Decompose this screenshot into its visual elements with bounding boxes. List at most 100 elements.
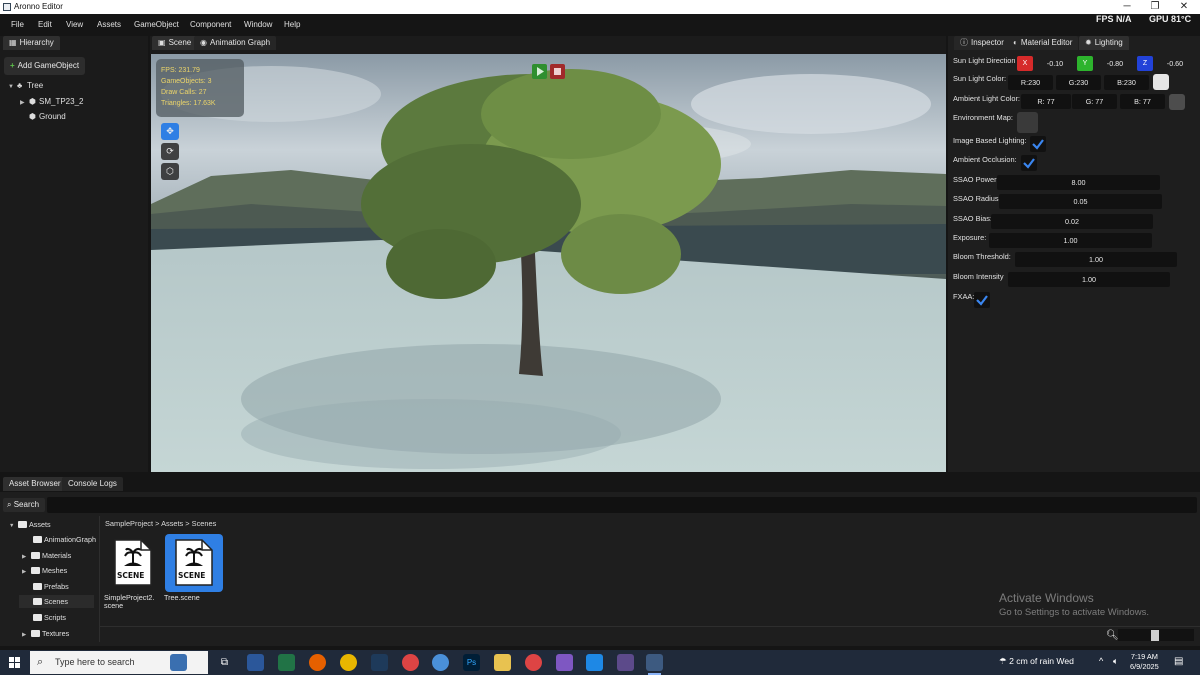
menu-component[interactable]: Component bbox=[190, 20, 231, 29]
tree-node-ground[interactable]: ⬢ Ground bbox=[29, 112, 66, 121]
task-view-icon[interactable]: ⧉ bbox=[216, 654, 233, 671]
folder-meshes[interactable]: ▶ Meshes bbox=[22, 564, 67, 577]
menu-edit[interactable]: Edit bbox=[38, 20, 52, 29]
search-button[interactable]: ⌕ Search bbox=[3, 498, 45, 512]
photoshop-icon[interactable]: Ps bbox=[463, 654, 480, 671]
maximize-button[interactable]: ❐ bbox=[1141, 0, 1169, 14]
ssao-power-field[interactable]: 8.00 bbox=[997, 175, 1160, 190]
ambient-color-r-field[interactable]: R: 77 bbox=[1021, 94, 1071, 109]
chrome-alt-icon[interactable] bbox=[525, 654, 542, 671]
stats-overlay: FPS: 231.79 GameObjects: 3 Draw Calls: 2… bbox=[156, 59, 244, 117]
visual-studio-icon[interactable] bbox=[556, 654, 573, 671]
menu-assets[interactable]: Assets bbox=[97, 20, 121, 29]
fxaa-checkbox[interactable] bbox=[974, 292, 990, 308]
chevron-right-icon[interactable]: ▶ bbox=[22, 566, 31, 579]
vscode-icon[interactable] bbox=[586, 654, 603, 671]
stop-button[interactable] bbox=[550, 64, 565, 79]
tab-scene[interactable]: ▣ Scene bbox=[152, 36, 198, 50]
folder-assets[interactable]: ▼ Assets bbox=[9, 518, 51, 531]
scale-tool-button[interactable]: ⬡ bbox=[161, 163, 179, 180]
tab-animation-graph[interactable]: ◉ Animation Graph bbox=[194, 36, 277, 50]
aronno-editor-icon[interactable] bbox=[646, 654, 663, 675]
taskbar-clock[interactable]: 7:19 AM 6/9/2025 bbox=[1130, 652, 1159, 672]
menu-view[interactable]: View bbox=[66, 20, 83, 29]
app-icon[interactable] bbox=[617, 654, 634, 671]
tree-node-sm-tp23-2[interactable]: ▶ ⬢ SM_TP23_2 bbox=[20, 97, 83, 106]
scene-viewport[interactable]: FPS: 231.79 GameObjects: 3 Draw Calls: 2… bbox=[151, 54, 946, 472]
ao-checkbox[interactable] bbox=[1021, 155, 1037, 171]
ssao-radius-field[interactable]: 0.05 bbox=[999, 194, 1162, 209]
menu-help[interactable]: Help bbox=[284, 20, 300, 29]
ambient-color-swatch[interactable] bbox=[1169, 94, 1185, 110]
menu-gameobject[interactable]: GameObject bbox=[134, 20, 179, 29]
ambient-color-g-field[interactable]: G: 77 bbox=[1072, 94, 1117, 109]
chrome-icon[interactable] bbox=[340, 654, 357, 671]
sun-color-g-field[interactable]: G:230 bbox=[1056, 75, 1101, 90]
chevron-right-icon[interactable]: ▶ bbox=[22, 551, 31, 564]
folder-scenes[interactable]: Scenes bbox=[19, 595, 94, 608]
tab-material-editor[interactable]: ◐ Material Editor bbox=[1007, 36, 1079, 50]
chevron-down-icon[interactable]: ▼ bbox=[8, 84, 17, 90]
hierarchy-icon: ▦ bbox=[9, 38, 17, 47]
move-tool-button[interactable]: ✥ bbox=[161, 123, 179, 140]
tab-inspector[interactable]: ⓘ Inspector bbox=[954, 36, 1010, 50]
bloom-threshold-field[interactable]: 1.00 bbox=[1015, 252, 1177, 267]
tab-lighting[interactable]: ✹ Lighting bbox=[1079, 36, 1129, 50]
folder-animationgraph[interactable]: AnimationGraph bbox=[33, 533, 96, 546]
app-icon[interactable] bbox=[432, 654, 449, 671]
sun-direction-y-field[interactable]: -0.80 bbox=[1094, 56, 1136, 71]
start-button[interactable] bbox=[9, 657, 21, 669]
zoom-slider-thumb[interactable] bbox=[1151, 630, 1159, 641]
chevron-up-icon[interactable]: ^ bbox=[1099, 656, 1103, 666]
ssao-bias-field[interactable]: 0.02 bbox=[991, 214, 1153, 229]
folder-scripts[interactable]: Scripts bbox=[33, 611, 66, 624]
environment-map-slot[interactable] bbox=[1017, 112, 1038, 133]
ibl-checkbox[interactable] bbox=[1030, 136, 1046, 152]
exposure-field[interactable]: 1.00 bbox=[989, 233, 1152, 248]
file-simpleproject2-scene[interactable]: SCENE bbox=[104, 534, 162, 592]
sun-direction-x-field[interactable]: -0.10 bbox=[1034, 56, 1076, 71]
move-icon: ✥ bbox=[166, 126, 174, 136]
menu-file[interactable]: File bbox=[11, 20, 24, 29]
installer-icon[interactable] bbox=[371, 654, 388, 671]
weather-widget[interactable]: ☂ 2 cm of rain Wed bbox=[999, 656, 1074, 667]
sun-color-swatch[interactable] bbox=[1153, 74, 1169, 90]
stat-gameobjects: GameObjects: 3 bbox=[161, 78, 212, 85]
chevron-right-icon[interactable]: ▶ bbox=[22, 629, 31, 642]
file-explorer-icon[interactable] bbox=[494, 654, 511, 671]
sun-color-b-field[interactable]: B:230 bbox=[1104, 75, 1149, 90]
checkmark-icon bbox=[976, 295, 988, 306]
tree-node-tree[interactable]: ▼ ♣ Tree bbox=[8, 81, 43, 90]
tab-console-logs[interactable]: Console Logs bbox=[62, 477, 123, 491]
fxaa-label: FXAA: bbox=[953, 292, 975, 301]
tab-asset-browser[interactable]: Asset Browser bbox=[3, 477, 67, 491]
volume-icon[interactable]: 🔈︎ bbox=[1113, 656, 1118, 667]
notification-icon[interactable]: ▤ bbox=[1174, 656, 1183, 667]
close-button[interactable]: ✕ bbox=[1170, 0, 1198, 14]
firefox-icon[interactable] bbox=[309, 654, 326, 671]
sun-direction-z-field[interactable]: -0.60 bbox=[1154, 56, 1196, 71]
minimize-button[interactable]: ─ bbox=[1113, 0, 1141, 14]
tab-hierarchy[interactable]: ▦ Hierarchy bbox=[3, 36, 60, 50]
sun-color-r-field[interactable]: R:230 bbox=[1008, 75, 1053, 90]
chrome-profile-icon[interactable] bbox=[402, 654, 419, 671]
search-highlight-icon[interactable] bbox=[170, 654, 187, 671]
search-input[interactable] bbox=[47, 497, 1197, 513]
chevron-right-icon[interactable]: ▶ bbox=[20, 99, 29, 106]
bloom-intensity-field[interactable]: 1.00 bbox=[1008, 272, 1170, 287]
word-icon[interactable] bbox=[247, 654, 264, 671]
folder-materials[interactable]: ▶ Materials bbox=[22, 549, 71, 562]
menu-window[interactable]: Window bbox=[244, 20, 272, 29]
rotate-tool-button[interactable]: ⟳ bbox=[161, 143, 179, 160]
ambient-color-b-field[interactable]: B: 77 bbox=[1120, 94, 1165, 109]
folder-label: Prefabs bbox=[44, 582, 69, 591]
file-tree-scene[interactable]: SCENE bbox=[165, 534, 223, 592]
folder-textures[interactable]: ▶ Textures bbox=[22, 627, 69, 640]
folder-prefabs[interactable]: Prefabs bbox=[33, 580, 69, 593]
tab-animation-graph-label: Animation Graph bbox=[209, 38, 271, 47]
chevron-down-icon[interactable]: ▼ bbox=[9, 520, 18, 533]
folder-tree: ▼ Assets AnimationGraph ▶ Materials ▶ Meshe… bbox=[0, 516, 98, 646]
add-gameobject-button[interactable]: + Add GameObject bbox=[4, 57, 86, 75]
excel-icon[interactable] bbox=[278, 654, 295, 671]
play-button[interactable] bbox=[532, 64, 547, 79]
